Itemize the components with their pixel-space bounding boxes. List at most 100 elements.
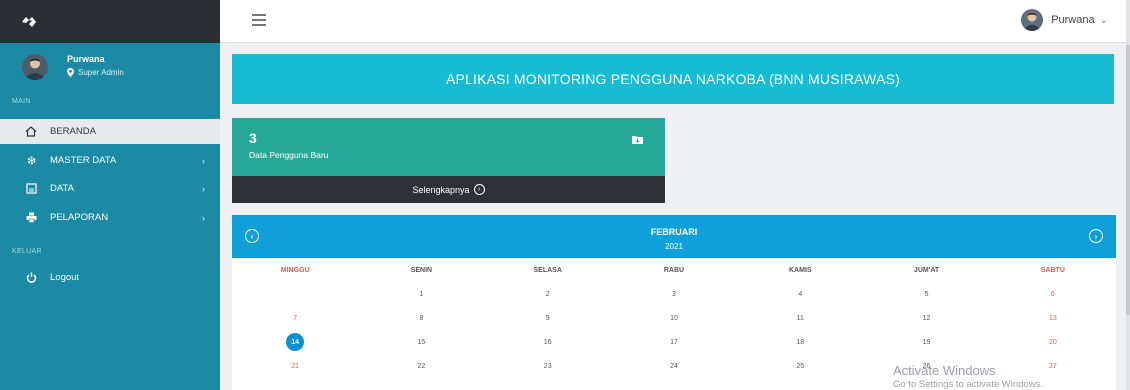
calendar-day[interactable]: 18	[737, 330, 863, 354]
profile-name: Purwana	[67, 54, 105, 64]
profile-role-label: Super Admin	[78, 68, 124, 77]
calendar-day-number: 3	[672, 290, 676, 298]
calendar-day-today[interactable]: 14	[232, 330, 358, 354]
calendar-day-number: 8	[419, 314, 424, 322]
section-label-keluar: KELUAR	[12, 248, 42, 255]
chevron-right-icon: ›	[202, 155, 205, 166]
calendar-day[interactable]: 6	[990, 282, 1116, 306]
calendar-day[interactable]: 21	[232, 354, 358, 378]
arrow-circle-right-icon: ›	[473, 184, 485, 195]
calendar-day[interactable]: 9	[485, 306, 611, 330]
calendar-day[interactable]: 1	[358, 282, 484, 306]
calendar-day[interactable]: 5	[863, 282, 989, 306]
calendar-day[interactable]: 22	[358, 354, 484, 378]
sidebar-item-beranda[interactable]: BERANDA	[0, 119, 220, 144]
calendar-day-number: 1	[419, 290, 424, 298]
calendar-day[interactable]: 20	[990, 330, 1116, 354]
calendar-day[interactable]: 7	[232, 306, 358, 330]
watermark-title: Activate Windows	[893, 363, 996, 378]
logout-label: Logout	[50, 272, 80, 283]
calendar-day-number: 19	[922, 338, 931, 346]
calendar-day-number: 20	[1048, 338, 1057, 346]
calendar-day[interactable]: 8	[358, 306, 484, 330]
sidebar-item-master-data[interactable]: MASTER DATA ›	[0, 148, 220, 173]
calendar-header: ‹ FEBRUARI 2021 ›	[232, 215, 1116, 258]
calendar-grid: MINGGU SENIN SELASA RABU KAMIS JUM'AT SABTU 1 2 3…	[232, 258, 1116, 378]
calendar-day[interactable]: 17	[611, 330, 737, 354]
avatar	[22, 54, 48, 80]
more-link-label: Selengkapnya	[412, 184, 470, 195]
power-icon	[24, 272, 38, 283]
sidebar-item-label: MASTER DATA	[50, 155, 117, 166]
info-box-label: Data Pengguna Baru	[249, 150, 329, 160]
calendar-day[interactable]: 24	[611, 354, 737, 378]
calendar-day-number: 21	[291, 362, 300, 370]
calendar-day-number: 23	[543, 362, 552, 370]
calendar-day[interactable]: 10	[611, 306, 737, 330]
user-menu[interactable]: Purwana ⌄	[1021, 9, 1108, 31]
calendar-day-number: 9	[545, 314, 550, 322]
calendar-month: FEBRUARI	[650, 227, 698, 237]
calendar-day[interactable]: 11	[737, 306, 863, 330]
calendar-weekday-header: MINGGU	[280, 266, 310, 274]
hamburger-icon[interactable]	[252, 14, 266, 26]
calendar-day[interactable]: 16	[485, 330, 611, 354]
calendar-day-number: 6	[1050, 290, 1055, 298]
calendar-day-number: 14	[286, 333, 305, 351]
calendar-day[interactable]: 15	[358, 330, 484, 354]
calendar-day[interactable]: 4	[737, 282, 863, 306]
calendar-day	[232, 282, 358, 306]
sidebar-item-label: PELAPORAN	[50, 212, 109, 223]
sidebar-item-pelaporan[interactable]: PELAPORAN ›	[0, 205, 220, 230]
calendar-day[interactable]: 3	[611, 282, 737, 306]
calendar-day[interactable]: 2	[485, 282, 611, 306]
calendar-day[interactable]: 13	[990, 306, 1116, 330]
calendar-day-number: 17	[670, 338, 678, 346]
calendar-day-number: 4	[798, 290, 803, 298]
page-title: APLIKASI MONITORING PENGGUNA NARKOBA (BN…	[445, 71, 901, 87]
brand-bar	[0, 0, 220, 43]
calendar-day-number: 15	[417, 338, 426, 346]
more-link[interactable]: Selengkapnya ›	[232, 176, 665, 203]
sidebar-item-label: DATA	[50, 183, 74, 194]
folder-download-icon	[632, 131, 643, 149]
watermark-subtitle: Go to Settings to activate Windows.	[893, 379, 1043, 390]
calendar-day[interactable]: 23	[485, 354, 611, 378]
sidebar: Purwana Super Admin MAIN BERANDA MASTER …	[0, 43, 220, 390]
scrollbar-thumb[interactable]	[1126, 45, 1130, 315]
calendar-day-number: 16	[543, 338, 552, 346]
gear-icon	[24, 155, 38, 166]
top-navbar: Purwana ⌄	[220, 0, 1130, 43]
calendar-day[interactable]: 12	[863, 306, 989, 330]
home-icon	[24, 126, 38, 137]
calendar-weekday-header: SENIN	[410, 266, 433, 274]
bnn-logo-icon[interactable]	[20, 16, 38, 28]
calendar-day-number: 25	[796, 362, 805, 370]
calendar-weekday-header: JUM'AT	[913, 266, 940, 274]
calendar-weekday-header: SELASA	[533, 266, 562, 274]
printer-icon	[24, 212, 38, 223]
calendar-weekday-header: SABTU	[1040, 266, 1065, 274]
chevron-down-icon: ⌄	[1099, 14, 1108, 26]
logout-link[interactable]: Logout	[0, 265, 220, 290]
calendar-day-number: 22	[417, 362, 426, 370]
calendar-day-number: 7	[293, 314, 298, 322]
sidebar-item-label: BERANDA	[50, 126, 96, 137]
file-icon	[24, 183, 38, 194]
section-label-main: MAIN	[12, 98, 31, 105]
calendar-day-number: 11	[796, 314, 804, 322]
calendar-day[interactable]: 25	[737, 354, 863, 378]
calendar-day-number: 24	[670, 362, 678, 370]
sidebar-profile: Purwana Super Admin	[0, 43, 220, 93]
scrollbar[interactable]	[1126, 0, 1130, 390]
map-pin-icon	[67, 68, 74, 77]
calendar-day-number: 13	[1048, 314, 1057, 322]
avatar	[1021, 9, 1044, 31]
calendar-day-number: 27	[1048, 362, 1057, 370]
sidebar-item-data[interactable]: DATA ›	[0, 176, 220, 201]
calendar-next-button[interactable]: ›	[1089, 229, 1103, 243]
calendar-day-number: 2	[545, 290, 550, 298]
user-name: Purwana	[1051, 14, 1095, 26]
chevron-right-icon: ›	[202, 183, 205, 194]
calendar-day[interactable]: 19	[863, 330, 989, 354]
